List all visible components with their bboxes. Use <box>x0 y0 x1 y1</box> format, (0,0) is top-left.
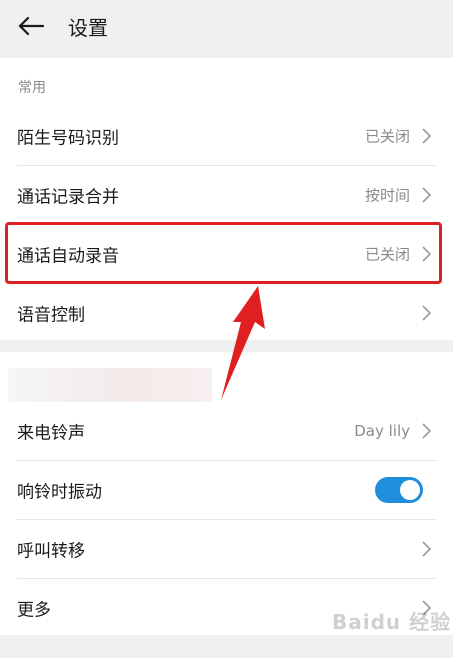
chevron-right-icon <box>422 541 431 557</box>
row-label: 来电铃声 <box>17 423 85 444</box>
ringtone-settings-section: 来电铃声 Day lily 响铃时振动 呼叫转移 更多 <box>0 352 453 635</box>
vibrate-on-ring-row[interactable]: 响铃时振动 <box>0 461 453 519</box>
row-value: 已关闭 <box>364 127 410 146</box>
row-value: 已关闭 <box>364 245 410 264</box>
row-label: 陌生号码识别 <box>17 128 119 149</box>
call-forwarding-row[interactable]: 呼叫转移 <box>0 520 453 578</box>
row-label: 更多 <box>17 600 51 621</box>
row-label: 响铃时振动 <box>17 482 102 503</box>
voice-control-row[interactable]: 语音控制 <box>0 284 453 342</box>
stranger-number-id-row[interactable]: 陌生号码识别 已关闭 <box>0 107 453 165</box>
chevron-right-icon <box>422 246 431 262</box>
vibrate-toggle[interactable] <box>375 477 423 503</box>
chevron-right-icon <box>422 128 431 144</box>
arrow-left-icon[interactable] <box>18 16 44 36</box>
row-value: Day lily <box>354 422 410 440</box>
toggle-knob <box>400 480 420 500</box>
common-settings-section: 常用 陌生号码识别 已关闭 通话记录合并 按时间 通话自动录音 已关闭 语音控制 <box>0 58 453 340</box>
chevron-right-icon <box>422 187 431 203</box>
row-label: 通话记录合并 <box>17 187 119 208</box>
auto-call-recording-row[interactable]: 通话自动录音 已关闭 <box>0 225 453 283</box>
top-bar: 设置 <box>0 0 453 58</box>
chevron-right-icon <box>422 305 431 321</box>
chevron-right-icon <box>422 423 431 439</box>
row-label: 通话自动录音 <box>17 246 119 267</box>
row-value: 按时间 <box>364 186 410 205</box>
blurred-section-label <box>8 368 212 402</box>
section-label-common: 常用 <box>18 80 46 96</box>
row-label: 语音控制 <box>17 305 85 326</box>
ringtone-row[interactable]: 来电铃声 Day lily <box>0 402 453 460</box>
page-title: 设置 <box>68 16 108 40</box>
watermark-logo: Baidu 经验 <box>332 610 452 634</box>
row-label: 呼叫转移 <box>17 541 85 562</box>
call-log-merge-row[interactable]: 通话记录合并 按时间 <box>0 166 453 224</box>
